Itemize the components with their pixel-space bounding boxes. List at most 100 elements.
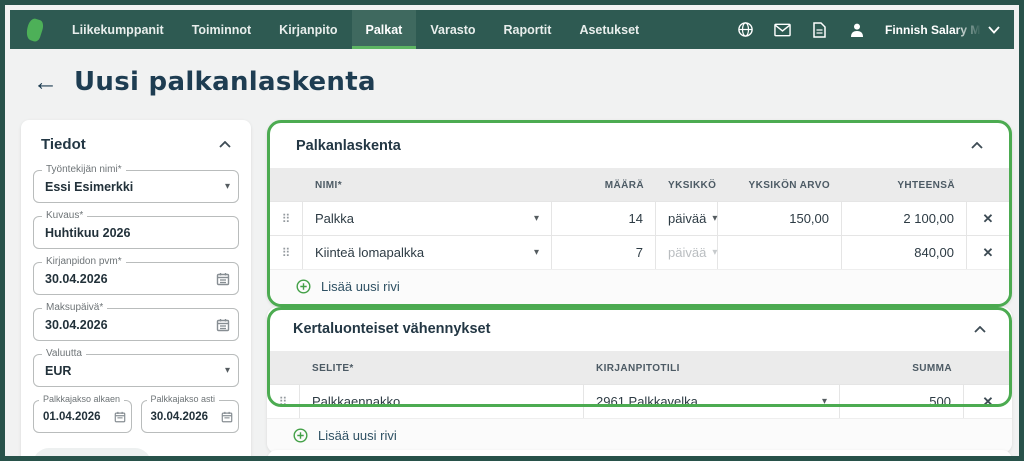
col-yhteensa: YHTEENSÄ (842, 168, 967, 201)
col-summa: SUMMA (840, 351, 964, 384)
period-end-label: Palkkajakso asti (147, 394, 220, 404)
payroll-row-2-amount-input[interactable]: 7 (552, 236, 656, 269)
palkanlaskenta-panel: Palkanlaskenta NIMI* MÄÄRÄ YKSIKKÖ YKSIK… (267, 120, 1012, 307)
page-header: ← Uusi palkanlaskenta (33, 67, 376, 97)
deduction-row-1: ⠿ Palkkaennakko 2961 Palkkavelka▾ 500 ✕ (267, 384, 1012, 418)
nav-item-kirjanpito[interactable]: Kirjanpito (265, 10, 351, 49)
period-end-value: 30.04.2026 (151, 411, 218, 423)
deduction-row-1-description-input[interactable]: Palkkaennakko (300, 385, 584, 418)
calendar-icon[interactable] (114, 411, 126, 423)
nav-item-palkat[interactable]: Palkat (352, 10, 417, 49)
col-maara: MÄÄRÄ (552, 168, 656, 201)
delete-row-button[interactable]: ✕ (967, 202, 1009, 235)
period-end-field[interactable]: Palkkajakso asti 30.04.2026 (141, 400, 240, 433)
caret-down-icon: ▾ (225, 365, 230, 376)
payroll-row-2-name-select[interactable]: Kiinteä lomapalkka ▾ (303, 236, 552, 269)
calendar-icon[interactable] (221, 411, 233, 423)
employee-name-label: Työntekijän nimi* (42, 164, 126, 175)
payroll-table: NIMI* MÄÄRÄ YKSIKKÖ YKSIKÖN ARVO YHTEENS… (270, 168, 1009, 269)
period-start-field[interactable]: Palkkajakso alkaen 01.04.2026 (33, 400, 132, 433)
chevron-down-icon (988, 26, 1000, 34)
nav-item-raportit[interactable]: Raportit (490, 10, 566, 49)
payroll-row-2: ⠿ Kiinteä lomapalkka ▾ 7 päivää▾ 840,00 ✕ (270, 235, 1009, 269)
deduction-row-1-account-select[interactable]: 2961 Palkkavelka▾ (584, 385, 840, 418)
delete-row-button[interactable]: ✕ (967, 236, 1009, 269)
currency-value: EUR (45, 364, 219, 378)
drag-handle[interactable]: ⠿ (270, 236, 303, 269)
period-start-label: Palkkajakso alkaen (39, 394, 124, 404)
app-logo[interactable] (10, 10, 58, 49)
back-arrow-icon[interactable]: ← (33, 70, 58, 95)
globe-icon[interactable] (737, 21, 754, 38)
payroll-row-1-unit-value-input[interactable]: 150,00 (718, 202, 842, 235)
payroll-row-2-name: Kiinteä lomapalkka (315, 245, 424, 260)
account-switcher[interactable]: Finnish Salary Module (885, 23, 1000, 37)
payment-date-field[interactable]: Maksupäivä* 30.04.2026 (33, 308, 239, 341)
delete-row-button[interactable]: ✕ (964, 385, 1012, 418)
nav-item-asetukset[interactable]: Asetukset (565, 10, 653, 49)
document-icon[interactable] (811, 21, 828, 38)
leaf-logo-icon (23, 17, 44, 43)
calendar-icon[interactable] (216, 272, 230, 286)
top-nav: Liikekumppanit Toiminnot Kirjanpito Palk… (10, 10, 1014, 49)
add-row-label: Lisää uusi rivi (321, 279, 400, 294)
deductions-add-row-button[interactable]: Lisää uusi rivi (267, 418, 1012, 453)
calendar-icon[interactable] (216, 318, 230, 332)
description-value: Huhtikuu 2026 (45, 226, 230, 240)
payroll-row-1-name-select[interactable]: Palkka ▾ (303, 202, 552, 235)
payroll-row-1-unit-select[interactable]: päivää▾ (656, 202, 718, 235)
currency-label: Valuutta (42, 348, 86, 359)
main-menu: Liikekumppanit Toiminnot Kirjanpito Palk… (58, 10, 653, 49)
accounting-date-field[interactable]: Kirjanpidon pvm* 30.04.2026 (33, 262, 239, 295)
payroll-row-1-total: 2 100,00 (842, 202, 967, 235)
account-label: Finnish Salary Module (885, 23, 981, 37)
payment-date-value: 30.04.2026 (45, 318, 212, 332)
caret-down-icon: ▾ (534, 213, 539, 224)
deduction-row-1-sum-input[interactable]: 500 (840, 385, 964, 418)
previous-month-button[interactable]: Edellinen kuukausi (159, 448, 275, 461)
palkanlaskenta-collapse-button[interactable] (971, 142, 983, 149)
period-start-value: 01.04.2026 (43, 411, 110, 423)
col-yksikko: YKSIKKÖ (656, 168, 718, 201)
deductions-table-header: SELITE* KIRJANPITOTILI SUMMA (267, 351, 1012, 384)
currency-select[interactable]: Valuutta EUR ▾ (33, 354, 239, 387)
caret-down-icon: ▾ (225, 181, 230, 192)
nav-item-toiminnot[interactable]: Toiminnot (178, 10, 265, 49)
user-icon[interactable] (848, 21, 865, 38)
drag-handle[interactable]: ⠿ (270, 202, 303, 235)
vahennykset-collapse-button[interactable] (974, 326, 986, 333)
nav-utilities: Finnish Salary Module (737, 10, 1014, 49)
next-panel-partial (267, 450, 1012, 461)
this-month-button[interactable]: Tämä kuukausi (33, 448, 151, 461)
nav-item-varasto[interactable]: Varasto (416, 10, 489, 49)
payroll-table-header: NIMI* MÄÄRÄ YKSIKKÖ YKSIKÖN ARVO YHTEENS… (270, 168, 1009, 201)
payroll-row-2-unit-value-input[interactable] (718, 236, 842, 269)
col-yksikon-arvo: YKSIKÖN ARVO (718, 168, 842, 201)
drag-handle[interactable]: ⠿ (267, 385, 300, 418)
tiedot-panel: Tiedot Työntekijän nimi* Essi Esimerkki … (21, 120, 251, 461)
palkanlaskenta-panel-title: Palkanlaskenta (296, 138, 401, 154)
payroll-row-1-unit: päivää (668, 211, 706, 226)
chevron-up-icon (974, 326, 986, 333)
add-row-label: Lisää uusi rivi (318, 428, 397, 443)
period-shortcut-buttons: Tämä kuukausi Edellinen kuukausi (33, 448, 239, 461)
payroll-row-1-name: Palkka (315, 211, 354, 226)
accounting-date-value: 30.04.2026 (45, 272, 212, 286)
description-field[interactable]: Kuvaus* Huhtikuu 2026 (33, 216, 239, 249)
description-label: Kuvaus* (42, 210, 87, 221)
accounting-date-label: Kirjanpidon pvm* (42, 256, 126, 267)
employee-name-select[interactable]: Työntekijän nimi* Essi Esimerkki ▾ (33, 170, 239, 203)
mail-icon[interactable] (774, 21, 791, 38)
tiedot-collapse-button[interactable] (219, 141, 231, 148)
pay-period-row: Palkkajakso alkaen 01.04.2026 Palkkajaks… (33, 387, 239, 433)
caret-down-icon: ▾ (534, 247, 539, 258)
nav-item-liikekumppanit[interactable]: Liikekumppanit (58, 10, 178, 49)
chevron-up-icon (219, 141, 231, 148)
chevron-up-icon (971, 142, 983, 149)
payroll-row-1-amount-input[interactable]: 14 (552, 202, 656, 235)
payment-date-label: Maksupäivä* (42, 302, 107, 313)
payroll-row-2-unit-select-disabled: päivää▾ (656, 236, 718, 269)
payroll-row-2-total: 840,00 (842, 236, 967, 269)
payroll-add-row-button[interactable]: Lisää uusi rivi (270, 269, 1009, 304)
payroll-row-2-unit: päivää (668, 245, 706, 260)
